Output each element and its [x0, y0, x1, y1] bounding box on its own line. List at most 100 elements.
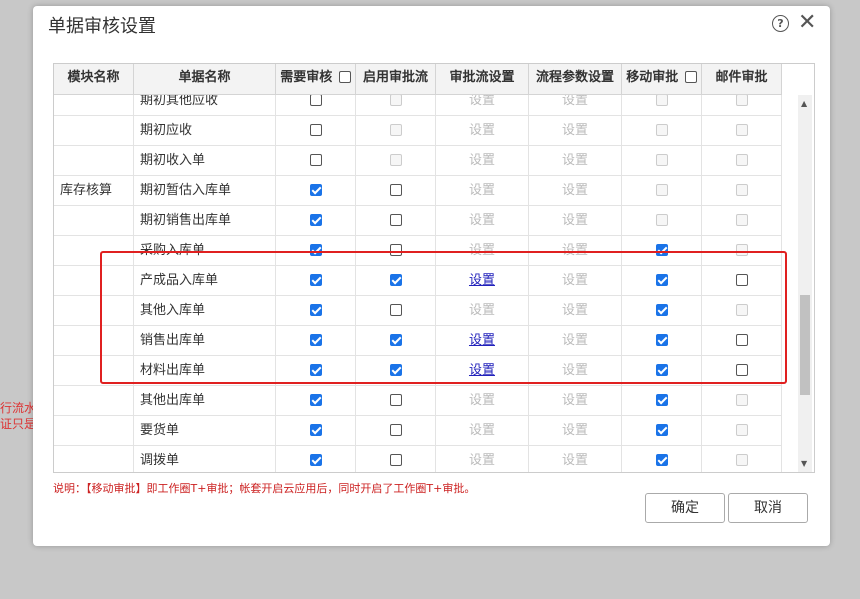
doc-name-cell: 材料出库单 — [134, 356, 276, 385]
enable-flow-cell — [356, 356, 436, 385]
flow-setting-cell: 设置 — [436, 236, 529, 265]
mail-approval-checkbox[interactable] — [735, 274, 748, 286]
enable-flow-cell — [356, 146, 436, 175]
mobile-approval-cell — [622, 386, 702, 415]
need-review-checkbox[interactable] — [309, 214, 322, 226]
enable-flow-checkbox[interactable] — [389, 454, 402, 466]
mobile-approval-checkbox[interactable] — [655, 394, 668, 406]
mail-approval-checkbox[interactable] — [735, 334, 748, 346]
scroll-thumb[interactable] — [800, 295, 810, 395]
enable-flow-checkbox[interactable] — [389, 364, 402, 376]
mobile-approval-checkbox — [655, 184, 668, 196]
mail-approval-checkbox[interactable] — [735, 364, 748, 376]
need-review-checkbox[interactable] — [309, 304, 322, 316]
flow-setting-cell: 设置 — [436, 116, 529, 145]
enable-flow-cell — [356, 326, 436, 355]
need-review-checkbox[interactable] — [309, 154, 322, 166]
header-need-review: 需要审核 — [276, 64, 356, 94]
mobile-approval-cell — [622, 296, 702, 325]
mobile-approval-cell — [622, 95, 702, 115]
enable-flow-checkbox[interactable] — [389, 274, 402, 286]
enable-flow-cell — [356, 116, 436, 145]
enable-flow-checkbox[interactable] — [389, 184, 402, 196]
table-row: 期初销售出库单 设置 设置 — [54, 206, 782, 236]
need-review-cell — [276, 176, 356, 205]
flow-setting-link[interactable]: 设置 — [469, 363, 495, 378]
mail-approval-checkbox — [735, 304, 748, 316]
flow-setting-text: 设置 — [468, 153, 495, 168]
param-setting-cell: 设置 — [529, 95, 622, 115]
mail-approval-checkbox — [735, 424, 748, 436]
enable-flow-checkbox[interactable] — [389, 214, 402, 226]
select-all-need-review-checkbox[interactable] — [338, 71, 351, 83]
header-module: 模块名称 — [54, 64, 134, 94]
mobile-approval-cell — [622, 266, 702, 295]
need-review-checkbox[interactable] — [309, 95, 322, 106]
enable-flow-checkbox[interactable] — [389, 424, 402, 436]
close-icon[interactable]: ✕ — [798, 10, 816, 35]
cancel-button[interactable]: 取消 — [728, 493, 808, 523]
doc-name-cell: 其他出库单 — [134, 386, 276, 415]
vertical-scrollbar[interactable]: ▲ ▼ — [798, 95, 812, 472]
mail-approval-cell — [702, 416, 782, 445]
mobile-approval-checkbox[interactable] — [655, 454, 668, 466]
scroll-up-icon[interactable]: ▲ — [801, 99, 807, 108]
mobile-approval-cell — [622, 146, 702, 175]
mail-approval-cell — [702, 206, 782, 235]
need-review-checkbox[interactable] — [309, 184, 322, 196]
enable-flow-cell — [356, 386, 436, 415]
need-review-cell — [276, 266, 356, 295]
doc-name-cell: 期初收入单 — [134, 146, 276, 175]
module-name-cell — [54, 326, 134, 355]
enable-flow-checkbox[interactable] — [389, 304, 402, 316]
flow-setting-link[interactable]: 设置 — [469, 273, 495, 288]
table-row: 其他入库单 设置 设置 — [54, 296, 782, 326]
need-review-checkbox[interactable] — [309, 394, 322, 406]
help-icon[interactable]: ? — [772, 15, 789, 32]
enable-flow-checkbox[interactable] — [389, 394, 402, 406]
need-review-checkbox[interactable] — [309, 274, 322, 286]
need-review-checkbox[interactable] — [309, 124, 322, 136]
mobile-approval-checkbox[interactable] — [655, 274, 668, 286]
param-setting-cell: 设置 — [529, 116, 622, 145]
select-all-mobile-checkbox[interactable] — [684, 71, 697, 83]
need-review-checkbox[interactable] — [309, 334, 322, 346]
scroll-down-icon[interactable]: ▼ — [801, 459, 807, 468]
header-doc: 单据名称 — [134, 64, 276, 94]
mobile-approval-checkbox[interactable] — [655, 364, 668, 376]
mail-approval-cell — [702, 296, 782, 325]
need-review-cell — [276, 386, 356, 415]
enable-flow-checkbox — [389, 95, 402, 106]
need-review-checkbox[interactable] — [309, 454, 322, 466]
mobile-approval-checkbox[interactable] — [655, 424, 668, 436]
flow-setting-text: 设置 — [468, 453, 495, 468]
flow-setting-cell: 设置 — [436, 206, 529, 235]
mail-approval-checkbox — [735, 184, 748, 196]
need-review-checkbox[interactable] — [309, 244, 322, 256]
mobile-approval-checkbox[interactable] — [655, 334, 668, 346]
mobile-approval-checkbox — [655, 214, 668, 226]
flow-setting-text: 设置 — [468, 123, 495, 138]
flow-setting-link[interactable]: 设置 — [469, 333, 495, 348]
mobile-approval-checkbox[interactable] — [655, 244, 668, 256]
table-row: 期初收入单 设置 设置 — [54, 146, 782, 176]
module-name-cell — [54, 266, 134, 295]
module-name-cell: 库存核算 — [54, 176, 134, 205]
table-row: 库存核算 期初暂估入库单 设置 设置 — [54, 176, 782, 206]
param-setting-cell: 设置 — [529, 386, 622, 415]
ok-button[interactable]: 确定 — [645, 493, 725, 523]
enable-flow-checkbox[interactable] — [389, 244, 402, 256]
note-text: 说明：【移动审批】即工作圈T+审批；帐套开启云应用后，同时开启了工作圈T+审批。 — [53, 482, 476, 495]
flow-setting-text: 设置 — [468, 243, 495, 258]
param-setting-cell: 设置 — [529, 146, 622, 175]
module-name-cell — [54, 146, 134, 175]
background-line-1: 行流水 — [0, 401, 37, 415]
enable-flow-checkbox — [389, 154, 402, 166]
need-review-checkbox[interactable] — [309, 364, 322, 376]
need-review-checkbox[interactable] — [309, 424, 322, 436]
doc-name-cell: 期初其他应收 — [134, 95, 276, 115]
enable-flow-checkbox[interactable] — [389, 334, 402, 346]
mobile-approval-checkbox — [655, 154, 668, 166]
mobile-approval-cell — [622, 176, 702, 205]
mobile-approval-checkbox[interactable] — [655, 304, 668, 316]
